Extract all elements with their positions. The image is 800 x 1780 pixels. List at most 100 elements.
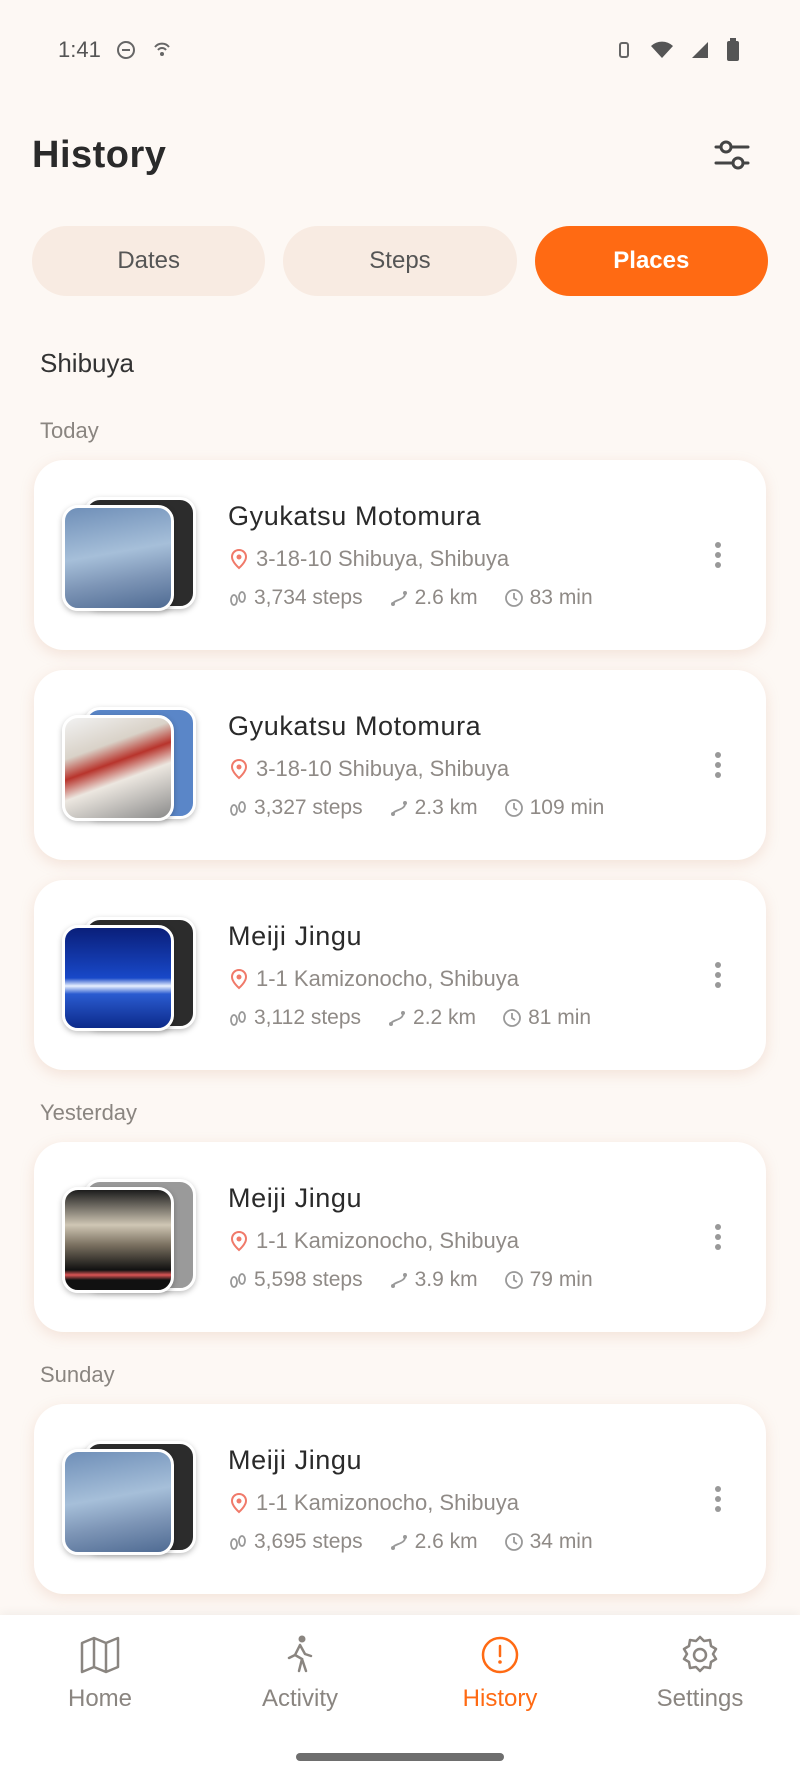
distance-value: 2.6 km: [414, 1529, 478, 1553]
duration-value: 83 min: [529, 585, 593, 609]
map-icon: [80, 1636, 120, 1674]
place-name: Meiji Jingu: [228, 1182, 363, 1213]
tab-places[interactable]: Places: [534, 226, 768, 296]
location-pin-icon: [230, 968, 248, 989]
more-vert-icon: [715, 1224, 721, 1250]
status-time: 1:41: [58, 37, 101, 62]
location-title: Shibuya: [40, 348, 134, 378]
photo-thumbnail: [62, 925, 174, 1031]
history-icon: [481, 1636, 519, 1674]
steps-value: 3,327 steps: [254, 795, 363, 819]
nav-home[interactable]: Home: [20, 1633, 180, 1713]
place-address: 1-1 Kamizonocho, Shibuya: [256, 1227, 519, 1253]
filter-button[interactable]: [704, 127, 760, 183]
card-body: Gyukatsu Motomura 3-18-10 Shibuya, Shibu…: [228, 501, 698, 610]
route-icon: [390, 800, 407, 816]
more-vert-icon: [715, 962, 721, 988]
nav-items: Home Activity History Settings: [0, 1615, 800, 1713]
gear-icon: [682, 1635, 718, 1673]
place-card[interactable]: Meiji Jingu 1-1 Kamizonocho, Shibuya 3,1…: [34, 880, 766, 1070]
status-right: [614, 38, 740, 62]
duration-value: 81 min: [528, 1005, 592, 1029]
photo-stack: [62, 1177, 198, 1297]
footsteps-icon: [230, 800, 246, 816]
footsteps-icon: [230, 1534, 246, 1550]
photo-thumbnail: [62, 1449, 174, 1555]
place-card[interactable]: Gyukatsu Motomura 3-18-10 Shibuya, Shibu…: [34, 670, 766, 860]
duration-stat: 34 min: [504, 1530, 593, 1554]
distance-stat: 2.6 km: [389, 1530, 478, 1554]
tab-dates[interactable]: Dates: [32, 226, 266, 296]
status-bar: 1:41: [0, 0, 800, 100]
more-options-button[interactable]: [698, 735, 738, 795]
place-address: 3-18-10 Shibuya, Shibuya: [256, 545, 510, 571]
address-row: 1-1 Kamizonocho, Shibuya: [228, 966, 698, 992]
card-body: Meiji Jingu 1-1 Kamizonocho, Shibuya 5,5…: [228, 1183, 698, 1292]
address-row: 1-1 Kamizonocho, Shibuya: [228, 1228, 698, 1254]
stats-row: 3,327 steps 2.3 km 109 min: [228, 796, 698, 820]
section-label-yesterday: Yesterday: [40, 1100, 138, 1125]
distance-value: 3.9 km: [414, 1267, 478, 1291]
nav-home-label: Home: [67, 1685, 133, 1712]
steps-stat: 3,734 steps: [228, 586, 363, 610]
clock-icon: [503, 1008, 521, 1027]
location-pin-icon: [230, 1492, 248, 1513]
nav-settings[interactable]: Settings: [620, 1633, 780, 1713]
more-options-button[interactable]: [698, 1469, 738, 1529]
location-pin-icon: [230, 548, 248, 569]
section-label-today: Today: [40, 418, 99, 443]
distance-value: 2.6 km: [414, 585, 478, 609]
location-pin-icon: [230, 1230, 248, 1251]
address-row: 3-18-10 Shibuya, Shibuya: [228, 546, 698, 572]
vibrate-icon: [614, 39, 634, 61]
steps-value: 3,695 steps: [254, 1529, 363, 1553]
footsteps-icon: [230, 1010, 246, 1026]
battery-icon: [726, 38, 740, 62]
steps-value: 3,112 steps: [254, 1005, 362, 1029]
tab-steps[interactable]: Steps: [283, 226, 517, 296]
location-pin-icon: [230, 758, 248, 779]
nav-history[interactable]: History: [420, 1633, 580, 1713]
nav-settings-label: Settings: [656, 1685, 744, 1712]
photo-stack: [62, 705, 198, 825]
card-body: Meiji Jingu 1-1 Kamizonocho, Shibuya 3,1…: [228, 921, 698, 1030]
place-card[interactable]: Gyukatsu Motomura 3-18-10 Shibuya, Shibu…: [34, 460, 766, 650]
page-title: History: [32, 133, 167, 176]
nav-activity[interactable]: Activity: [220, 1633, 380, 1713]
place-address: 1-1 Kamizonocho, Shibuya: [256, 965, 519, 991]
address-row: 3-18-10 Shibuya, Shibuya: [228, 756, 698, 782]
footsteps-icon: [230, 1272, 246, 1288]
home-indicator[interactable]: [296, 1753, 504, 1761]
nav-activity-label: Activity: [261, 1685, 338, 1712]
photo-stack: [62, 915, 198, 1035]
walking-icon: [287, 1635, 313, 1673]
more-options-button[interactable]: [698, 945, 738, 1005]
more-options-button[interactable]: [698, 1207, 738, 1267]
stats-row: 3,734 steps 2.6 km 83 min: [228, 586, 698, 610]
duration-stat: 81 min: [502, 1006, 591, 1030]
clock-icon: [504, 588, 523, 607]
photo-stack: [62, 495, 198, 615]
place-card[interactable]: Meiji Jingu 1-1 Kamizonocho, Shibuya 3,6…: [34, 1404, 766, 1594]
stats-row: 3,112 steps 2.2 km 81 min: [228, 1006, 698, 1030]
steps-value: 3,734 steps: [254, 585, 363, 609]
card-body: Gyukatsu Motomura 3-18-10 Shibuya, Shibu…: [228, 711, 698, 820]
duration-stat: 83 min: [504, 586, 593, 610]
address-row: 1-1 Kamizonocho, Shibuya: [228, 1490, 698, 1516]
stats-row: 3,695 steps 2.6 km 34 min: [228, 1530, 698, 1554]
hotspot-icon: [151, 39, 173, 61]
photo-stack: [62, 1439, 198, 1559]
route-icon: [389, 1010, 406, 1026]
clock-icon: [504, 798, 523, 817]
more-vert-icon: [715, 1486, 721, 1512]
more-options-button[interactable]: [698, 525, 738, 585]
sliders-icon: [714, 140, 750, 170]
duration-value: 79 min: [529, 1267, 593, 1291]
distance-value: 2.3 km: [414, 795, 478, 819]
place-card[interactable]: Meiji Jingu 1-1 Kamizonocho, Shibuya 5,5…: [34, 1142, 766, 1332]
card-body: Meiji Jingu 1-1 Kamizonocho, Shibuya 3,6…: [228, 1445, 698, 1554]
stats-row: 5,598 steps 3.9 km 79 min: [228, 1268, 698, 1292]
wifi-icon: [650, 40, 674, 60]
route-icon: [390, 1534, 407, 1550]
duration-stat: 109 min: [504, 796, 604, 820]
